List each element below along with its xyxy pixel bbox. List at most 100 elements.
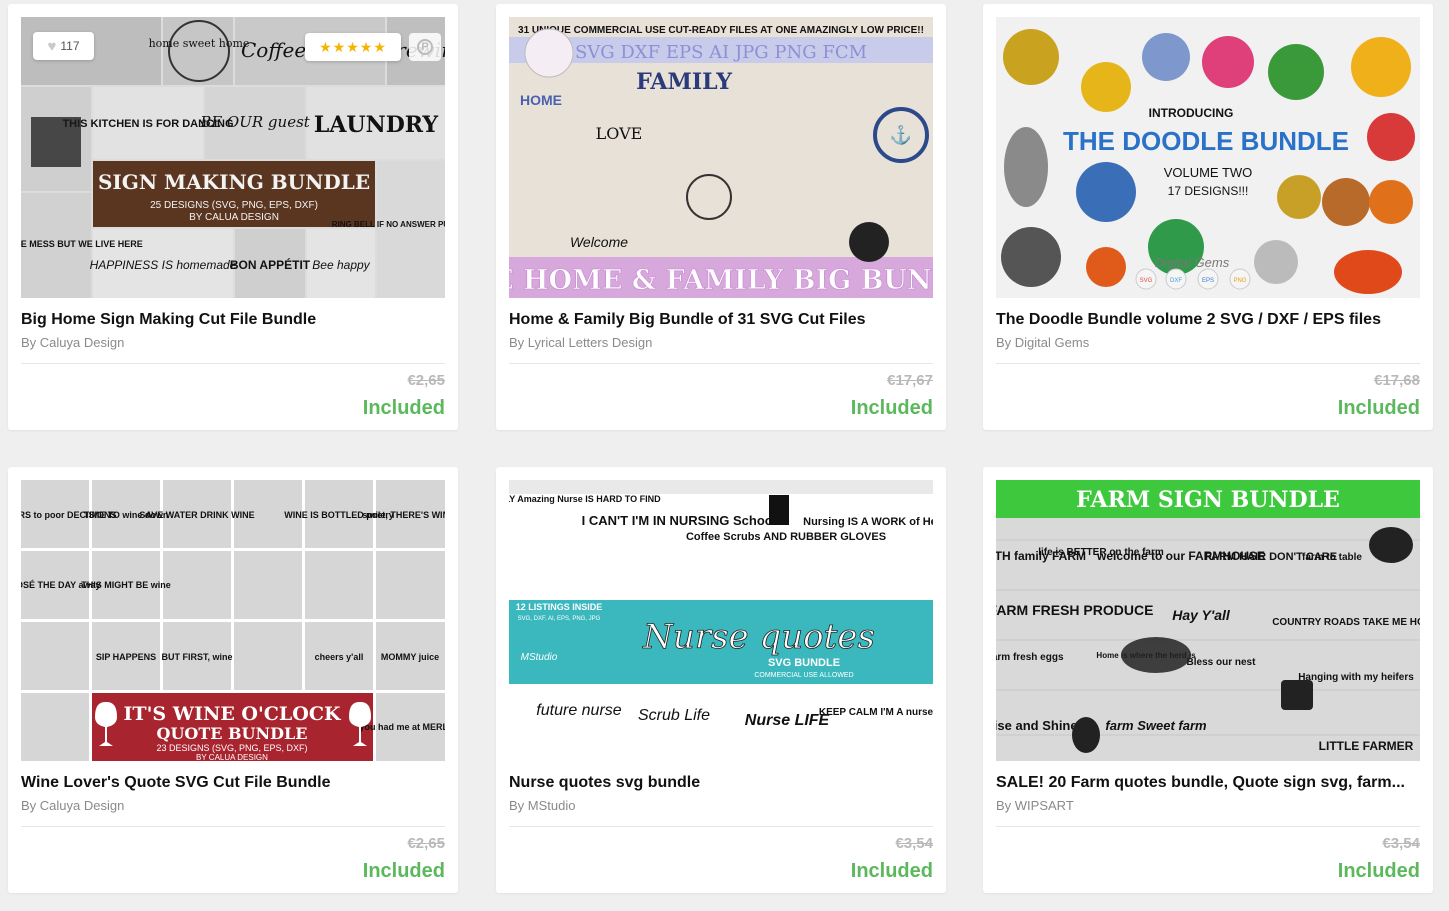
thumb-text: farm fresh eggs xyxy=(996,652,1064,663)
original-price: €3,54 xyxy=(1382,835,1420,852)
product-thumbnail[interactable]: 31 UNIQUE COMMERCIAL USE CUT-READY FILES… xyxy=(509,17,933,298)
included-badge: Included xyxy=(850,860,933,882)
thumb-text: SIP HAPPENS xyxy=(96,652,156,662)
included-badge: Included xyxy=(362,397,445,419)
original-price: €17,67 xyxy=(887,372,933,389)
thumbnail-art: FARM SIGN BUNDLE FAITH family FARM life … xyxy=(996,480,1420,761)
thumb-text: Nurse quotes xyxy=(642,617,875,657)
thumb-text: future nurse xyxy=(536,702,621,719)
pinterest-button[interactable]: P xyxy=(409,33,441,61)
thumb-text: EXCUSE THE MESS BUT WE LIVE HERE xyxy=(21,239,143,249)
product-title[interactable]: Big Home Sign Making Cut File Bundle xyxy=(21,311,445,329)
product-author[interactable]: By Caluya Design xyxy=(21,798,445,813)
original-price: €17,68 xyxy=(1374,372,1420,389)
thumb-text: Welcome xyxy=(570,234,628,250)
rating-stars: ★★★★★ xyxy=(305,33,401,61)
thumb-text: smile, THERE'S WINE. xyxy=(362,510,445,520)
thumb-text: LOVE xyxy=(596,124,643,143)
thumb-text: INTRODUCING xyxy=(1149,106,1234,120)
thumb-text: THE DOODLE BUNDLE xyxy=(1063,126,1349,156)
thumb-text: I CAN'T I'M IN NURSING School xyxy=(582,513,777,528)
product-author[interactable]: By WIPSART xyxy=(996,798,1420,813)
product-thumbnail[interactable]: FARM SIGN BUNDLE FAITH family FARM life … xyxy=(996,480,1420,761)
thumb-text: HAPPINESS IS homemade xyxy=(90,258,237,272)
divider xyxy=(21,826,445,827)
thumb-text: 17 DESIGNS!!! xyxy=(1168,184,1249,198)
thumb-text: FARM FRESH PRODUCE xyxy=(996,602,1153,618)
thumb-text: Hanging with my heifers xyxy=(1298,672,1414,683)
divider xyxy=(509,363,933,364)
thumb-text: 25 DESIGNS (SVG, PNG, EPS, DXF) xyxy=(150,200,318,211)
included-badge: Included xyxy=(1337,860,1420,882)
thumb-text: home sweet home xyxy=(149,37,250,50)
thumb-text: you had me at MERLOT xyxy=(359,722,445,732)
included-badge: Included xyxy=(1337,397,1420,419)
thumb-text: HOME xyxy=(520,92,562,108)
thumb-text: IT'S WINE O'CLOCK xyxy=(124,703,342,725)
thumb-text: KEEP CALM I'M A nurse xyxy=(819,707,933,718)
product-title[interactable]: Nurse quotes svg bundle xyxy=(509,774,933,792)
product-thumbnail[interactable]: IT'S WINE O'CLOCK QUOTE BUNDLE 23 DESIGN… xyxy=(21,480,445,761)
thumb-text: COUNTRY ROADS TAKE ME HOME xyxy=(1272,617,1420,628)
thumb-text: BON APPÉTIT xyxy=(230,257,311,272)
pinterest-icon: P xyxy=(417,39,433,55)
thumb-text: SVG xyxy=(1140,278,1153,284)
product-card[interactable]: IT'S WINE O'CLOCK QUOTE BUNDLE 23 DESIGN… xyxy=(8,467,458,893)
thumb-text: A TRULY Amazing Nurse IS HARD TO FIND xyxy=(509,494,661,504)
product-author[interactable]: By Lyrical Letters Design xyxy=(509,335,933,350)
thumb-text: farm Sweet farm xyxy=(1105,718,1207,733)
product-title[interactable]: The Doodle Bundle volume 2 SVG / DXF / E… xyxy=(996,311,1420,329)
original-price: €2,65 xyxy=(407,835,445,852)
thumb-text: cheers y'all xyxy=(315,652,364,662)
divider xyxy=(996,363,1420,364)
thumb-text: Scrub Life xyxy=(638,707,710,724)
product-title[interactable]: Home & Family Big Bundle of 31 SVG Cut F… xyxy=(509,311,933,329)
thumb-text: THE HOME & FAMILY BIG BUNDLE xyxy=(509,265,933,296)
thumb-text: PNG xyxy=(1233,278,1246,284)
thumb-text: LITTLE FARMER xyxy=(1319,739,1414,753)
product-card[interactable]: FARM SIGN BUNDLE FAITH family FARM life … xyxy=(983,467,1433,893)
thumbnail-art: A TRULY Amazing Nurse IS HARD TO FIND I … xyxy=(509,480,933,761)
thumb-text: Rise and Shine xyxy=(996,718,1078,733)
favorite-button[interactable]: ♥ 117 xyxy=(33,32,94,60)
thumb-text: BY CALUA DESIGN xyxy=(189,212,279,223)
thumb-text: EPS xyxy=(1202,278,1214,284)
thumb-text: Coffee Scrubs AND RUBBER GLOVES xyxy=(686,531,886,543)
thumb-text: BUT FIRST, wine xyxy=(161,652,232,662)
divider xyxy=(21,363,445,364)
thumb-text: 23 DESIGNS (SVG, PNG, EPS, DXF) xyxy=(156,743,307,753)
product-card[interactable]: 31 UNIQUE COMMERCIAL USE CUT-READY FILES… xyxy=(496,4,946,430)
product-card[interactable]: INTRODUCING THE DOODLE BUNDLE VOLUME TWO… xyxy=(983,4,1433,430)
product-title[interactable]: Wine Lover's Quote SVG Cut File Bundle xyxy=(21,774,445,792)
original-price: €3,54 xyxy=(895,835,933,852)
product-card[interactable]: A TRULY Amazing Nurse IS HARD TO FIND I … xyxy=(496,467,946,893)
thumb-text: FAMILY xyxy=(636,69,732,95)
thumb-text: SIGN MAKING BUNDLE xyxy=(98,170,370,194)
thumb-text: FARM SIGN BUNDLE xyxy=(1076,487,1340,513)
product-author[interactable]: By MStudio xyxy=(509,798,933,813)
thumb-text: SVG BUNDLE xyxy=(768,657,840,669)
thumb-text: MStudio xyxy=(521,652,558,663)
thumb-text: Digital Gems xyxy=(1155,255,1230,270)
product-thumbnail[interactable]: INTRODUCING THE DOODLE BUNDLE VOLUME TWO… xyxy=(996,17,1420,298)
thumb-text: SVG, DXF, AI, EPS, PNG, JPG xyxy=(518,616,601,622)
thumb-text: LAUNDRY xyxy=(314,112,439,138)
thumb-text: Nursing IS A WORK of Heart xyxy=(803,516,933,528)
product-author[interactable]: By Digital Gems xyxy=(996,335,1420,350)
product-title[interactable]: SALE! 20 Farm quotes bundle, Quote sign … xyxy=(996,774,1420,792)
thumb-text: DXF xyxy=(1170,278,1182,284)
product-thumbnail[interactable]: A TRULY Amazing Nurse IS HARD TO FIND I … xyxy=(509,480,933,761)
thumbnail-art: INTRODUCING THE DOODLE BUNDLE VOLUME TWO… xyxy=(996,17,1420,298)
thumb-text: VOLUME TWO xyxy=(1164,165,1253,180)
thumb-text: MOMMY juice xyxy=(381,652,439,662)
thumb-text: COMMERCIAL USE ALLOWED xyxy=(754,672,853,679)
thumb-text: Nurse LIFE xyxy=(745,712,831,729)
product-author[interactable]: By Caluya Design xyxy=(21,335,445,350)
product-card[interactable]: home sweet home Coffee love is brewing. … xyxy=(8,4,458,430)
included-badge: Included xyxy=(850,397,933,419)
anchor-icon: ⚓ xyxy=(890,124,912,145)
favorite-count: 117 xyxy=(60,39,80,53)
thumb-text: SVG DXF EPS AI JPG PNG FCM xyxy=(575,42,867,63)
thumb-text: Bee happy xyxy=(312,258,370,272)
thumb-text: Bless our nest xyxy=(1187,657,1257,668)
